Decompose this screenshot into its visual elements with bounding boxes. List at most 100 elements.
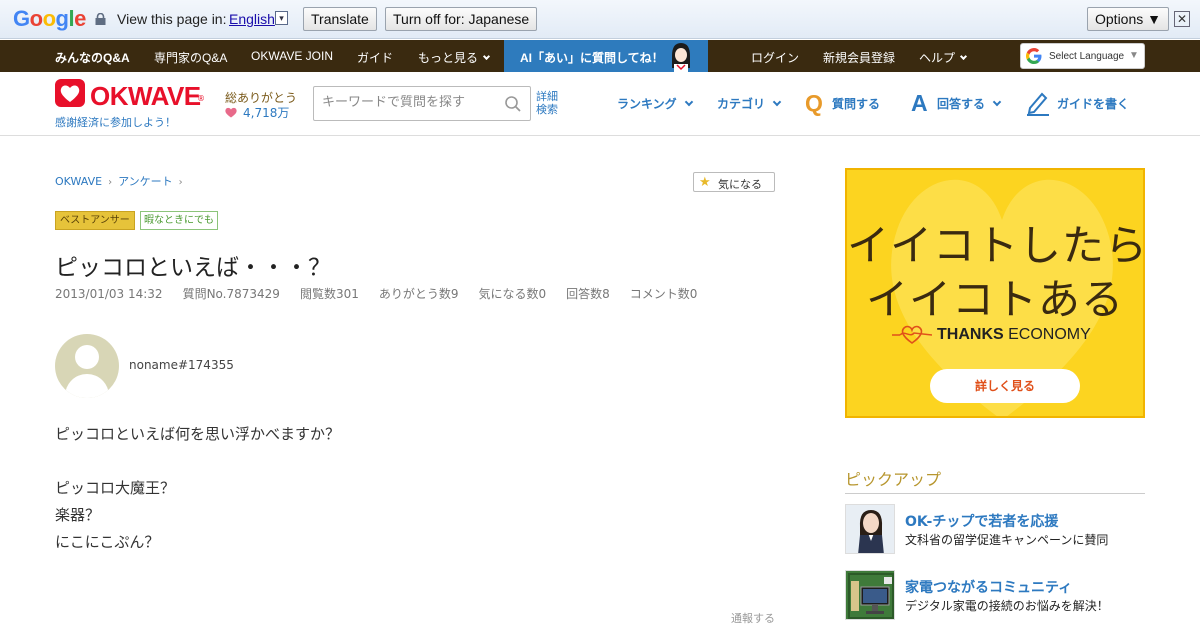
pickup-subtitle: 文科省の留学促進キャンペーンに賛同 <box>905 533 1109 547</box>
body-line <box>55 448 340 475</box>
question-q-icon: Q <box>805 90 823 116</box>
nav-login[interactable]: ログイン <box>751 49 799 66</box>
logo-text: OKWAVE <box>90 81 201 111</box>
pickup-thumbnail <box>845 504 895 554</box>
total-thanks-count: 4,718万 <box>243 106 290 120</box>
breadcrumb-enquete[interactable]: アンケート <box>118 175 173 188</box>
nav-help-label: ヘルプ <box>919 51 956 65</box>
write-guide-link[interactable]: ガイドを書く <box>1057 95 1129 112</box>
report-link[interactable]: 通報する <box>731 610 775 626</box>
pickup-heading: ピックアップ <box>845 466 1145 494</box>
translate-button[interactable]: Translate <box>303 7 377 31</box>
nav-minna-qa[interactable]: みんなのQ&A <box>55 49 130 66</box>
breadcrumb-okwave[interactable]: OKWAVE <box>55 175 102 188</box>
kininaru-label: 気になる <box>718 178 762 191</box>
language-link[interactable]: English <box>229 11 275 27</box>
nav-register[interactable]: 新規会員登録 <box>823 49 895 66</box>
search-icon[interactable] <box>504 95 522 113</box>
avatar <box>55 334 119 398</box>
ad-brand-bold: THANKS <box>937 326 1004 343</box>
top-nav: みんなのQ&A 専門家のQ&A OKWAVE JOIN ガイド もっと見る AI… <box>0 40 1200 72</box>
search-box <box>313 86 531 121</box>
translate-bar: Google View this page in: English ▾ Tran… <box>0 0 1200 39</box>
ad-brand-rest: ECONOMY <box>1003 326 1091 343</box>
ad-brand: THANKS ECONOMY <box>937 326 1091 344</box>
breadcrumb: OKWAVE › アンケート › <box>55 173 189 189</box>
body-line: ピッコロといえば何を思い浮かべますか？ <box>55 425 341 443</box>
chevron-down-icon <box>960 52 968 61</box>
question-title: ピッコロといえば・・・？ <box>55 255 331 281</box>
nav-help[interactable]: ヘルプ <box>919 49 968 66</box>
nav-guide[interactable]: ガイド <box>357 49 393 66</box>
ranking-label: ランキング <box>617 97 677 111</box>
pickup-title: 家電つながるコミュニティ <box>905 580 1073 596</box>
language-dropdown-icon[interactable]: ▾ <box>275 11 288 25</box>
view-count: 閲覧数301 <box>299 287 359 301</box>
ad-headline-2: イイコトある <box>865 275 1124 324</box>
ranking-menu[interactable]: ランキング <box>617 95 693 112</box>
chevron-down-icon <box>772 97 782 107</box>
ai-avatar-icon <box>672 43 690 72</box>
search-input[interactable] <box>322 95 502 110</box>
pickup-item[interactable]: 家電つながるコミュニティ デジタル家電の接続のお悩みを解決！ <box>845 570 1145 620</box>
nav-okwave-join[interactable]: OKWAVE JOIN <box>251 49 333 63</box>
close-icon[interactable]: ✕ <box>1174 11 1190 27</box>
best-answer-badge: ベストアンサー <box>55 211 135 230</box>
avatar-body <box>65 374 109 398</box>
advanced-search-link[interactable]: 詳細 検索 <box>536 90 558 116</box>
heart-icon <box>225 107 237 118</box>
question-meta: 2013/01/03 14:32 質問No.7873429 閲覧数301 ありがとう数… <box>55 285 717 302</box>
pickup-thumbnail <box>845 570 895 620</box>
ask-question-link[interactable]: 質問する <box>832 95 880 112</box>
site-header: OKWAVE ® 感謝経済に参加しよう！ 総ありがとう 4,718万 詳細 検索… <box>0 72 1200 136</box>
kininaru-button[interactable]: ★ 気になる <box>693 172 775 192</box>
pickup-item[interactable]: OK-チップで若者を応援 文科省の留学促進キャンペーンに賛同 <box>845 504 1145 554</box>
category-label: カテゴリ <box>717 97 766 111</box>
pickup-subtitle: デジタル家電の接続のお悩みを解決！ <box>905 599 1109 613</box>
chevron-down-icon <box>684 97 693 107</box>
answer-menu[interactable]: 回答する <box>937 95 1002 112</box>
ai-banner[interactable]: AI「あい」に質問してね！ <box>504 40 708 72</box>
category-badge[interactable]: 暇なときにでも <box>140 211 218 230</box>
translate-prompt: View this page in: <box>117 11 227 27</box>
nav-more-label: もっと見る <box>418 51 479 65</box>
answer-count: 回答数8 <box>566 287 610 301</box>
select-language-dropdown[interactable]: Select Language ▼ <box>1020 43 1145 69</box>
username: noname#174355 <box>129 358 234 372</box>
logo-registered: ® <box>197 94 205 103</box>
ad-headline-1: イイコトしたら <box>847 221 1145 270</box>
question-body: ピッコロといえば何を思い浮かべますか？ ピッコロ大魔王？ 楽器？ にこにこぷん？ <box>55 421 340 556</box>
dropdown-arrow-icon: ▼ <box>1129 50 1139 61</box>
options-button[interactable]: Options ▼ <box>1087 7 1169 31</box>
tagline-link[interactable]: 感謝経済に参加しよう！ <box>55 114 176 130</box>
comment-count: コメント数0 <box>629 287 698 301</box>
nav-more[interactable]: もっと見る <box>418 49 491 66</box>
advanced-search-label-1: 詳細 <box>536 90 558 103</box>
breadcrumb-separator-icon: › <box>178 177 183 188</box>
answer-a-icon: A <box>911 90 928 116</box>
heart-logo-icon <box>55 79 85 107</box>
breadcrumb-separator-icon: › <box>108 177 113 188</box>
chevron-down-icon <box>992 97 1002 107</box>
thanks-economy-ad[interactable]: イイコトしたら イイコトある THANKS ECONOMY 詳しく見る <box>845 168 1145 418</box>
kininaru-count: 気になる数0 <box>478 287 547 301</box>
google-g-icon <box>1026 48 1042 64</box>
select-language-label: Select Language <box>1049 51 1125 62</box>
pencil-icon <box>1027 92 1049 116</box>
chevron-down-icon <box>483 52 491 61</box>
nav-expert-qa[interactable]: 専門家のQ&A <box>154 49 227 66</box>
question-number: 質問No.7873429 <box>182 287 280 301</box>
body-line: 楽器？ <box>55 506 101 524</box>
category-menu[interactable]: カテゴリ <box>717 95 782 112</box>
question-date: 2013/01/03 14:32 <box>55 287 163 301</box>
answer-label: 回答する <box>937 97 986 111</box>
body-line: ピッコロ大魔王？ <box>55 479 176 497</box>
ad-more-button[interactable]: 詳しく見る <box>930 369 1080 403</box>
lock-icon <box>95 13 106 25</box>
google-logo: Google <box>13 6 86 31</box>
body-line: にこにこぷん？ <box>55 533 160 551</box>
star-icon: ★ <box>699 175 711 190</box>
avatar-head <box>75 345 99 369</box>
turn-off-button[interactable]: Turn off for: Japanese <box>385 7 538 31</box>
thanks-count: ありがとう数9 <box>378 287 459 301</box>
